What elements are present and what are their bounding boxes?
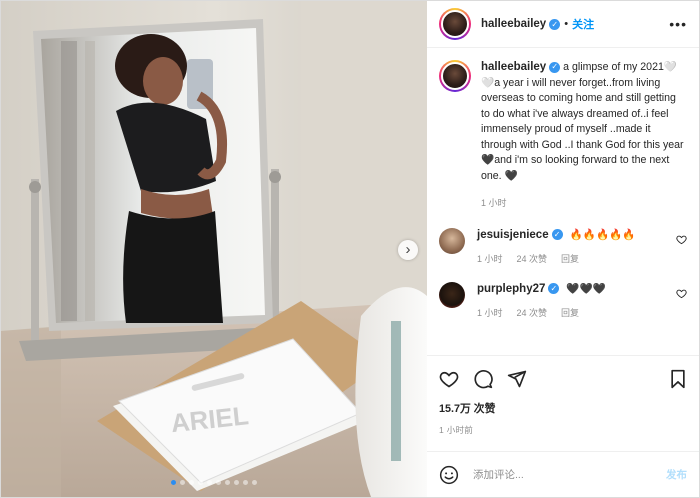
caption-text: a glimpse of my 2021🤍🤍a year i will neve… [481,61,684,182]
author-avatar[interactable] [439,8,471,40]
comment-body: jesuisjeniece ✓ 🔥🔥🔥🔥🔥 1 小时 24 次赞 回复 [477,228,670,266]
instagram-post: ARIEL › halleebailey ✓ • 关注 ••• halleeba… [0,0,700,498]
author-username[interactable]: halleebailey [481,18,546,30]
comment-like-heart-icon[interactable] [676,288,687,299]
comment-likes[interactable]: 24 次赞 [517,306,548,320]
caption-username[interactable]: halleebailey [481,61,546,73]
slide-dot [207,480,212,485]
comment-time: 1 小时 [477,307,503,318]
comments-list[interactable]: halleebailey ✓ a glimpse of my 2021🤍🤍a ye… [427,48,699,355]
header-separator: • [564,18,569,30]
slide-dot [180,480,185,485]
commenter-avatar[interactable] [439,227,465,254]
comment-text: 🔥🔥🔥🔥🔥 [569,228,636,241]
slide-dot [216,480,221,485]
slide-dot [252,480,257,485]
share-paper-plane-icon[interactable] [507,369,527,389]
post-timestamp: 1 小时前 [439,425,474,435]
caption-time: 1 小时 [481,198,507,208]
verified-badge-icon: ✓ [549,18,561,30]
verified-badge-icon: ✓ [548,283,560,295]
comment-meta: 1 小时 24 次赞 回复 [477,306,670,320]
more-options-icon[interactable]: ••• [669,16,687,32]
caption-author-avatar[interactable] [439,60,471,92]
comment-meta: 1 小时 24 次赞 回复 [477,252,670,266]
comment-username[interactable]: purplephy27 [477,283,545,295]
comment-bubble-icon[interactable] [473,369,493,389]
caption: halleebailey ✓ a glimpse of my 2021🤍🤍a ye… [439,60,687,212]
slide-dot [225,480,230,485]
comment-like-heart-icon[interactable] [676,234,687,245]
caption-author-avatar-image [441,62,469,90]
like-heart-icon[interactable] [439,369,459,389]
comment-time: 1 小时 [477,253,503,264]
action-bar [439,362,687,396]
save-bookmark-icon[interactable] [669,369,687,389]
comment-composer: 发布 [427,451,699,497]
comment-likes[interactable]: 24 次赞 [517,252,548,266]
comment-item: jesuisjeniece ✓ 🔥🔥🔥🔥🔥 1 小时 24 次赞 回复 [439,227,687,266]
emoji-icon[interactable] [439,465,459,485]
slide-dot [171,480,176,485]
comment-body: purplephy27 ✓ 🖤🖤🖤 1 小时 24 次赞 回复 [477,282,670,320]
comment-input[interactable] [473,468,666,481]
next-slide-button[interactable]: › [398,240,418,260]
comment-username[interactable]: jesuisjeniece [477,229,549,241]
post-actions: 15.7万 次赞 1 小时前 [427,355,699,451]
follow-button[interactable]: 关注 [572,16,594,32]
post-comment-button[interactable]: 发布 [666,467,687,482]
post-side-panel: halleebailey ✓ • 关注 ••• halleebailey ✓ a … [427,1,699,497]
comment-item: purplephy27 ✓ 🖤🖤🖤 1 小时 24 次赞 回复 [439,281,687,320]
verified-badge-icon: ✓ [549,61,561,73]
caption-body: halleebailey ✓ a glimpse of my 2021🤍🤍a ye… [481,60,687,212]
slide-dot [243,480,248,485]
slide-dot [189,480,194,485]
reply-button[interactable]: 回复 [561,306,579,320]
slide-dot [234,480,239,485]
slide-dot [198,480,203,485]
commenter-avatar[interactable] [439,281,465,308]
chevron-right-icon: › [405,240,411,258]
verified-badge-icon: ✓ [551,229,563,241]
like-count[interactable]: 15.7万 次赞 [439,400,687,416]
post-media[interactable]: ARIEL › [1,1,427,497]
post-photo: ARIEL [1,1,427,497]
post-header: halleebailey ✓ • 关注 ••• [427,1,699,48]
slide-indicator [1,480,427,485]
reply-button[interactable]: 回复 [561,252,579,266]
comment-text: 🖤🖤🖤 [566,282,606,295]
author-avatar-image [441,10,469,38]
